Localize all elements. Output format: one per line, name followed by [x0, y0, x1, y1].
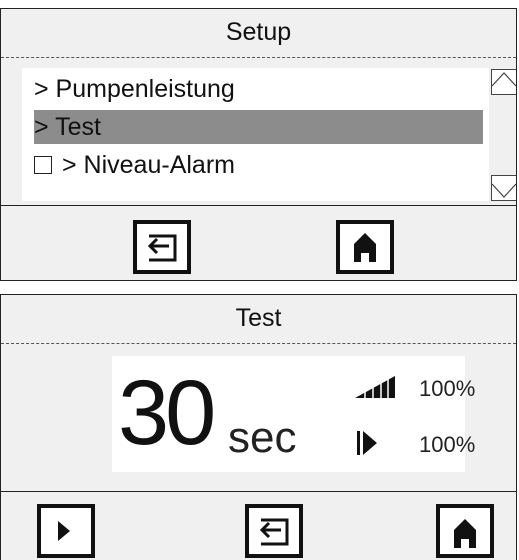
divider	[1, 491, 516, 492]
power-percent: 100%	[419, 376, 476, 401]
flow-icon	[357, 431, 377, 455]
setup-title: Setup	[1, 9, 516, 58]
menu-item-test[interactable]: > Test	[34, 110, 483, 144]
checkbox-icon[interactable]	[34, 156, 52, 174]
back-button[interactable]	[245, 504, 303, 558]
divider	[1, 205, 516, 206]
back-icon	[259, 518, 289, 546]
home-button[interactable]	[336, 220, 394, 274]
setup-panel: Setup > Pumpenleistung > Test > Niveau-A…	[0, 8, 517, 281]
home-button[interactable]	[436, 504, 494, 558]
menu-item-pumpenleistung[interactable]: > Pumpenleistung	[34, 72, 489, 106]
menu-item-label: > Pumpenleistung	[34, 75, 235, 103]
home-icon	[454, 519, 476, 548]
countdown-unit: sec	[228, 413, 297, 462]
setup-menu-list: > Pumpenleistung > Test > Niveau-Alarm	[22, 68, 489, 201]
test-panel: Test 30 sec 100% 100%	[0, 294, 517, 560]
menu-item-niveau-alarm[interactable]: > Niveau-Alarm	[34, 148, 489, 182]
play-icon	[58, 521, 70, 541]
play-button[interactable]	[37, 504, 95, 558]
back-icon	[147, 234, 177, 262]
scroll-up-button[interactable]	[491, 69, 516, 95]
flow-percent: 100%	[419, 432, 476, 457]
scroll-up-icon	[491, 69, 516, 95]
test-readout: 30 sec 100% 100%	[112, 356, 475, 472]
scroll-down-button[interactable]	[491, 175, 516, 201]
scroll-down-icon	[491, 175, 516, 201]
signal-strength-icon	[355, 376, 395, 398]
back-button[interactable]	[133, 220, 191, 274]
home-icon	[354, 233, 376, 262]
menu-item-label: > Niveau-Alarm	[62, 151, 235, 179]
test-title: Test	[1, 295, 516, 344]
menu-item-label: > Test	[34, 113, 101, 141]
countdown-value: 30	[118, 362, 216, 464]
